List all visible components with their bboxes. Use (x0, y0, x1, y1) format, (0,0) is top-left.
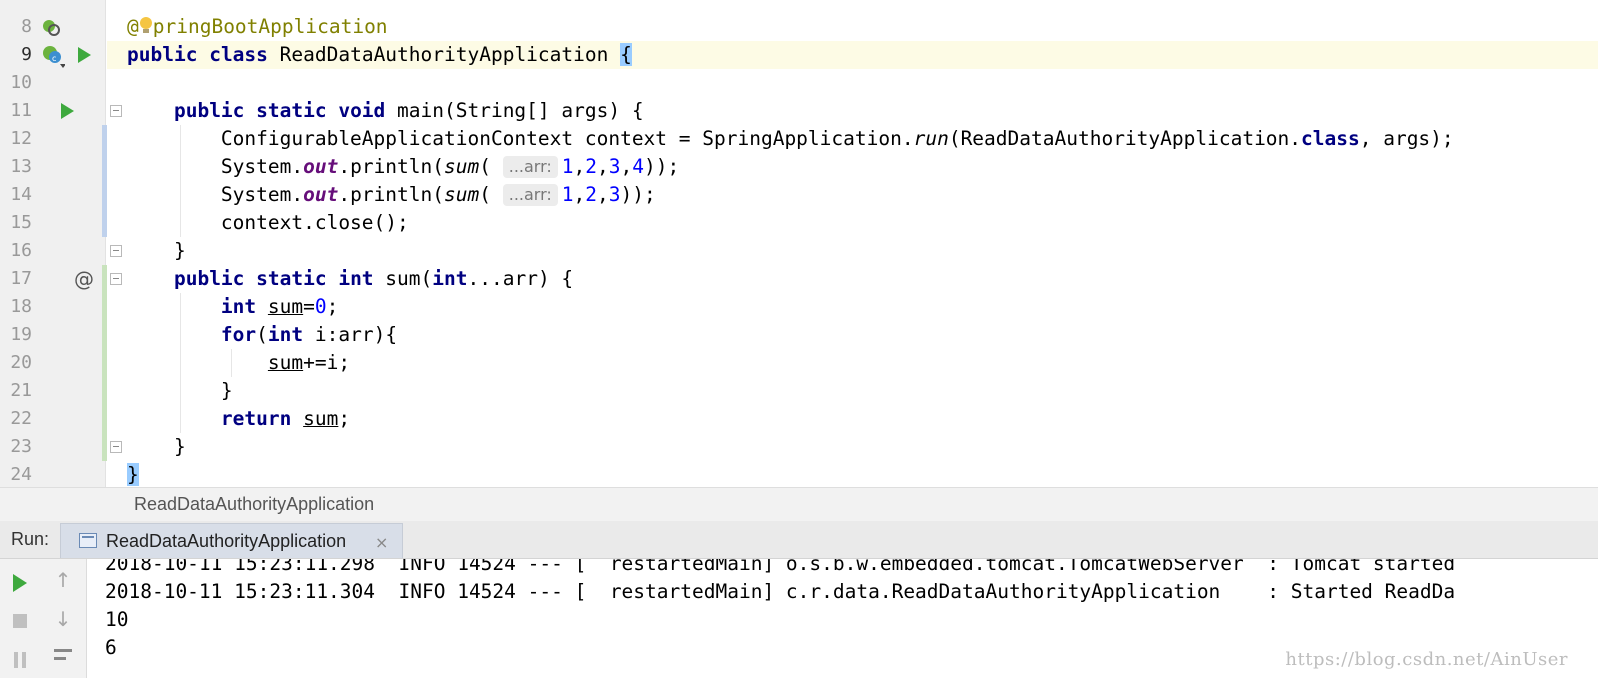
gutter-row: 10 (0, 69, 105, 97)
vcs-change-marker[interactable] (102, 125, 107, 237)
gutter-row: 17 @ (0, 265, 105, 293)
console-line: 2018-10-11 15:23:11.304 INFO 14524 --- [… (105, 580, 1456, 603)
code-line: for(int i:arr){ (220, 323, 398, 346)
code-line: int sum=0; (220, 295, 339, 318)
spring-bean-icon[interactable] (41, 18, 61, 40)
code-editor[interactable]: 8 9 c 10 11 12 13 14 15 16 17 @ 18 19 20… (0, 0, 1598, 493)
line-number: 21 (10, 380, 32, 401)
parameter-hint: ...arr: (502, 156, 558, 178)
code-line: @ pringBootApplication (127, 15, 388, 38)
run-icon[interactable] (61, 103, 74, 119)
breadcrumb-bar: ReadDataAuthorityApplication (0, 487, 1598, 522)
console-toolbar: ↑ ↓ (0, 559, 87, 678)
code-line: } (173, 239, 186, 262)
run-icon[interactable] (78, 47, 91, 63)
scroll-down-icon[interactable]: ↓ (53, 608, 73, 630)
gutter-row: 14 (0, 181, 105, 209)
code-line-current: public class ReadDataAuthorityApplicatio… (107, 41, 1598, 69)
line-number: 22 (10, 408, 32, 429)
code-line: } (220, 379, 233, 402)
svg-text:c: c (52, 54, 56, 63)
fold-marker-icon[interactable] (110, 105, 122, 117)
pause-icon[interactable] (13, 652, 27, 668)
line-number: 9 (21, 44, 32, 65)
watermark: https://blog.csdn.net/AinUser (1285, 649, 1568, 670)
run-tool-window-header: Run: ReadDataAuthorityApplication × (0, 521, 1598, 559)
breadcrumb[interactable]: ReadDataAuthorityApplication (134, 488, 374, 521)
code-line: System.out.println(sum( ...arr: 1,2,3)); (220, 183, 656, 206)
code-line: } (127, 461, 1598, 489)
gutter-row: 16 (0, 237, 105, 265)
code-line: ConfigurableApplicationContext context =… (220, 127, 1454, 150)
gutter-row: 19 (0, 321, 105, 349)
run-icon[interactable] (13, 574, 27, 592)
gutter-row: 8 (0, 13, 105, 41)
gutter-row: 22 (0, 405, 105, 433)
line-number: 15 (10, 212, 32, 233)
line-number: 20 (10, 352, 32, 373)
code-line: sum+=i; (267, 351, 351, 374)
line-number: 13 (10, 156, 32, 177)
close-icon[interactable]: × (375, 524, 388, 561)
code-line: System.out.println(sum( ...arr: 1,2,3,4))… (220, 155, 680, 178)
gutter-row: 18 (0, 293, 105, 321)
run-tab-label: ReadDataAuthorityApplication (106, 531, 347, 551)
fold-marker-icon[interactable] (110, 441, 122, 453)
editor-gutter[interactable]: 8 9 c 10 11 12 13 14 15 16 17 @ 18 19 20… (0, 0, 107, 493)
gutter-row: 15 (0, 209, 105, 237)
run-panel-label: Run: (11, 529, 50, 549)
stop-icon[interactable] (13, 614, 27, 628)
console-tab-icon (79, 533, 97, 548)
line-number: 11 (10, 100, 32, 121)
console-line: 6 (105, 636, 117, 659)
line-number: 12 (10, 128, 32, 149)
line-number: 18 (10, 296, 32, 317)
gutter-row: 11 (0, 97, 105, 125)
code-line: context.close(); (220, 211, 409, 234)
line-number: 8 (21, 16, 32, 37)
line-number: 19 (10, 324, 32, 345)
line-number: 10 (10, 72, 32, 93)
gutter-row: 21 (0, 377, 105, 405)
matched-brace: } (127, 463, 139, 486)
vcs-change-marker[interactable] (102, 265, 107, 461)
line-number: 17 (10, 268, 32, 289)
fold-marker-icon[interactable] (110, 273, 122, 285)
gutter-row: 23 (0, 433, 105, 461)
gutter-row: 13 (0, 153, 105, 181)
line-number: 24 (10, 464, 32, 485)
spring-bean-icon[interactable]: c (41, 44, 66, 72)
code-line: public static void main(String[] args) { (173, 99, 644, 122)
fold-marker-icon[interactable] (110, 245, 122, 257)
soft-wrap-icon[interactable] (54, 647, 72, 665)
parameter-hint: ...arr: (502, 184, 558, 206)
matched-brace: { (620, 43, 632, 66)
gutter-row: 9 c (0, 41, 105, 69)
gutter-row: 20 (0, 349, 105, 377)
gutter-row: 24 (0, 461, 105, 489)
line-number: 16 (10, 240, 32, 261)
code-line: return sum; (220, 407, 351, 430)
console-line: 10 (105, 608, 129, 631)
run-configuration-tab[interactable]: ReadDataAuthorityApplication × (60, 523, 403, 558)
code-line: } (173, 435, 186, 458)
override-at-icon[interactable]: @ (74, 265, 94, 293)
line-number: 14 (10, 184, 32, 205)
gutter-row: 12 (0, 125, 105, 153)
line-number: 23 (10, 436, 32, 457)
code-area[interactable]: @ pringBootApplication public class ReadD… (107, 0, 1598, 493)
code-line: public static int sum(int...arr) { (173, 267, 574, 290)
lightbulb-icon[interactable] (139, 17, 153, 35)
console-line: 2018-10-11 15:23:11.298 INFO 14524 --- [… (105, 559, 1456, 575)
scroll-up-icon[interactable]: ↑ (53, 569, 73, 591)
